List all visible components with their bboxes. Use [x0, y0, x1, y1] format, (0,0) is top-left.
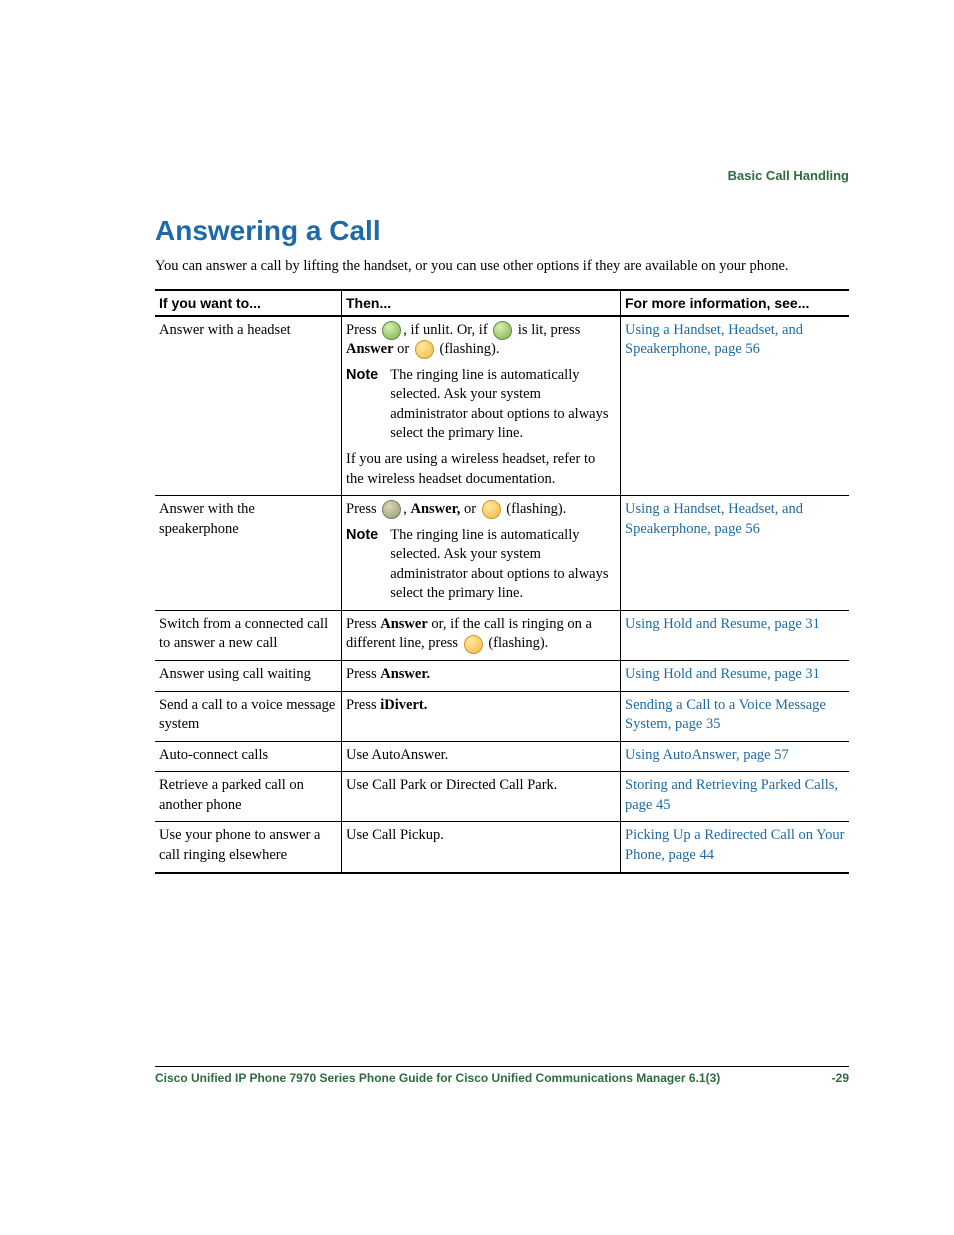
then-text: ,: [403, 501, 410, 517]
cross-reference-link[interactable]: Using AutoAnswer, page 57: [625, 747, 789, 763]
cross-reference-link[interactable]: Using a Handset, Headset, and Speakerpho…: [625, 501, 803, 537]
header-then: Then...: [342, 290, 621, 316]
then-text: Press: [346, 697, 380, 713]
table-row: Send a call to a voice message system Pr…: [155, 691, 849, 741]
cross-reference-link[interactable]: Using Hold and Resume, page 31: [625, 616, 820, 632]
table-row: Answer using call waiting Press Answer. …: [155, 661, 849, 692]
then-cell: Use Call Park or Directed Call Park.: [342, 772, 621, 822]
cross-reference-link[interactable]: Using Hold and Resume, page 31: [625, 666, 820, 682]
info-cell: Sending a Call to a Voice Message System…: [621, 691, 850, 741]
want-cell: Auto-connect calls: [155, 741, 342, 772]
want-cell: Send a call to a voice message system: [155, 691, 342, 741]
table-row: Use your phone to answer a call ringing …: [155, 822, 849, 873]
then-cell: Press Answer or, if the call is ringing …: [342, 610, 621, 660]
want-cell: Answer using call waiting: [155, 661, 342, 692]
answer-softkey: Answer: [346, 341, 394, 357]
idivert-softkey: iDivert.: [380, 697, 427, 713]
then-cell: Press Answer.: [342, 661, 621, 692]
want-cell: Use your phone to answer a call ringing …: [155, 822, 342, 873]
then-text: (flashing).: [503, 501, 567, 517]
footer-title: Cisco Unified IP Phone 7970 Series Phone…: [155, 1071, 720, 1085]
then-text: (flashing).: [436, 341, 500, 357]
line-button-icon: [415, 340, 434, 359]
info-cell: Storing and Retrieving Parked Calls, pag…: [621, 772, 850, 822]
note: Note The ringing line is automatically s…: [346, 366, 616, 444]
line-button-icon: [464, 635, 483, 654]
line-button-icon: [482, 500, 501, 519]
speaker-button-icon: [382, 500, 401, 519]
intro-paragraph: You can answer a call by lifting the han…: [155, 257, 849, 277]
wireless-note: If you are using a wireless headset, ref…: [346, 450, 616, 489]
headset-button-icon: [493, 321, 512, 340]
info-cell: Using Hold and Resume, page 31: [621, 610, 850, 660]
then-cell: Use AutoAnswer.: [342, 741, 621, 772]
info-cell: Using Hold and Resume, page 31: [621, 661, 850, 692]
answer-softkey: Answer,: [411, 501, 461, 517]
want-cell: Answer with the speakerphone: [155, 496, 342, 611]
page-footer: Cisco Unified IP Phone 7970 Series Phone…: [155, 1066, 849, 1085]
then-cell: Press , Answer, or (flashing). Note The …: [342, 496, 621, 611]
page-title: Answering a Call: [155, 215, 849, 247]
table-row: Switch from a connected call to answer a…: [155, 610, 849, 660]
header-info: For more information, see...: [621, 290, 850, 316]
answer-softkey: Answer.: [380, 666, 430, 682]
note-body: The ringing line is automatically select…: [390, 526, 616, 604]
answer-softkey: Answer: [380, 616, 428, 632]
table-row: Retrieve a parked call on another phone …: [155, 772, 849, 822]
then-text: is lit, press: [514, 322, 580, 338]
table-header-row: If you want to... Then... For more infor…: [155, 290, 849, 316]
then-cell: Use Call Pickup.: [342, 822, 621, 873]
info-cell: Using a Handset, Headset, and Speakerpho…: [621, 496, 850, 611]
then-text: , if unlit. Or, if: [403, 322, 491, 338]
instructions-table: If you want to... Then... For more infor…: [155, 289, 849, 874]
then-text: Press: [346, 616, 380, 632]
want-cell: Answer with a headset: [155, 316, 342, 496]
info-cell: Using a Handset, Headset, and Speakerpho…: [621, 316, 850, 496]
note-body: The ringing line is automatically select…: [390, 366, 616, 444]
note-label: Note: [346, 526, 390, 604]
note: Note The ringing line is automatically s…: [346, 526, 616, 604]
cross-reference-link[interactable]: Storing and Retrieving Parked Calls, pag…: [625, 777, 838, 813]
want-cell: Switch from a connected call to answer a…: [155, 610, 342, 660]
table-row: Answer with a headset Press , if unlit. …: [155, 316, 849, 496]
cross-reference-link[interactable]: Picking Up a Redirected Call on Your Pho…: [625, 827, 845, 863]
then-text: (flashing).: [485, 635, 549, 651]
page-number: -29: [832, 1071, 849, 1085]
running-header: Basic Call Handling: [728, 168, 849, 183]
then-cell: Press iDivert.: [342, 691, 621, 741]
document-page: Basic Call Handling Answering a Call You…: [0, 0, 954, 1235]
header-want: If you want to...: [155, 290, 342, 316]
info-cell: Using AutoAnswer, page 57: [621, 741, 850, 772]
want-cell: Retrieve a parked call on another phone: [155, 772, 342, 822]
then-text: or: [460, 501, 479, 517]
cross-reference-link[interactable]: Using a Handset, Headset, and Speakerpho…: [625, 322, 803, 358]
note-label: Note: [346, 366, 390, 444]
table-row: Answer with the speakerphone Press , Ans…: [155, 496, 849, 611]
then-cell: Press , if unlit. Or, if is lit, press A…: [342, 316, 621, 496]
then-text: Press: [346, 666, 380, 682]
then-text: Press: [346, 322, 380, 338]
then-text: or: [394, 341, 413, 357]
info-cell: Picking Up a Redirected Call on Your Pho…: [621, 822, 850, 873]
headset-button-icon: [382, 321, 401, 340]
table-row: Auto-connect calls Use AutoAnswer. Using…: [155, 741, 849, 772]
cross-reference-link[interactable]: Sending a Call to a Voice Message System…: [625, 697, 826, 733]
then-text: Press: [346, 501, 380, 517]
